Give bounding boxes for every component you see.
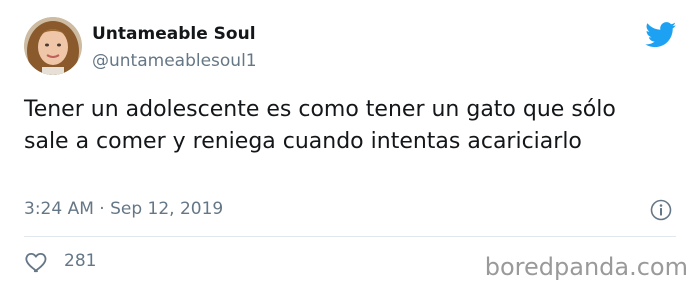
- info-icon[interactable]: [650, 199, 672, 221]
- heart-icon[interactable]: [24, 249, 50, 275]
- divider: [24, 236, 676, 237]
- twitter-bird-icon[interactable]: [645, 22, 677, 48]
- display-name[interactable]: Untameable Soul: [92, 24, 256, 44]
- user-handle[interactable]: @untameablesoul1: [92, 51, 257, 71]
- tweet-timestamp[interactable]: 3:24 AM · Sep 12, 2019: [24, 199, 223, 219]
- avatar[interactable]: [24, 17, 82, 75]
- tweet-text: Tener un adolescente es como tener un ga…: [24, 97, 616, 154]
- like-count: 281: [64, 251, 97, 271]
- watermark: boredpanda.com: [484, 253, 688, 281]
